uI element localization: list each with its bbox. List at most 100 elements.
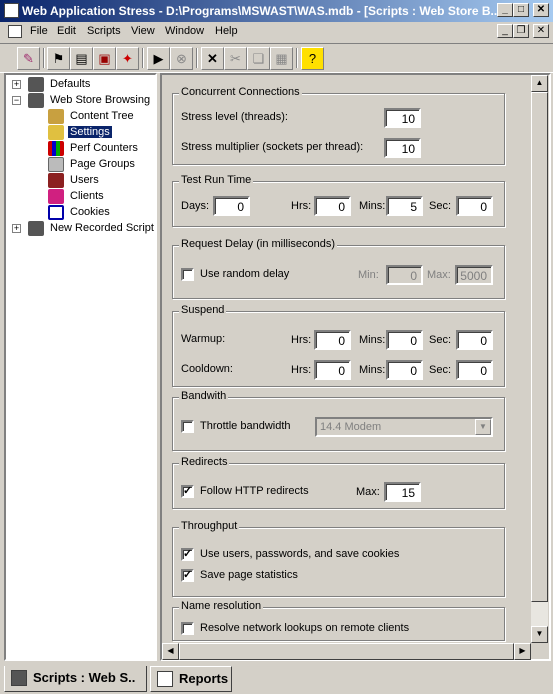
stop-icon[interactable]: ⊗: [170, 47, 193, 70]
tree-label: Clients: [70, 190, 104, 202]
flag-icon: [11, 670, 27, 686]
clients-icon[interactable]: ✦: [116, 47, 139, 70]
expand-icon[interactable]: +: [12, 224, 21, 233]
stress-multiplier-field[interactable]: 10: [384, 138, 421, 158]
stress-multiplier-label: Stress multiplier (sockets per thread):: [181, 141, 364, 153]
script-tree[interactable]: + Defaults − Web Store Browsing Content …: [4, 73, 157, 661]
warmup-sec-field[interactable]: 0: [456, 330, 493, 350]
warmup-hrs-label: Hrs:: [291, 334, 312, 346]
mdi-restore-button[interactable]: ❐: [513, 24, 529, 38]
follow-redirects-checkbox[interactable]: ✓: [181, 485, 194, 498]
horizontal-scrollbar[interactable]: ◀ ▶: [162, 643, 531, 660]
cooldown-sec-label: Sec:: [429, 364, 452, 376]
delay-max-label: Max:: [427, 269, 451, 281]
random-delay-checkbox[interactable]: [181, 268, 194, 281]
warmup-mins-field[interactable]: 0: [386, 330, 423, 350]
save-page-stats-checkbox[interactable]: ✓: [181, 569, 194, 582]
close-button[interactable]: ✕: [533, 3, 549, 17]
menu-edit[interactable]: Edit: [57, 25, 76, 37]
hrs-label: Hrs:: [291, 200, 312, 212]
stress-level-field[interactable]: 10: [384, 108, 421, 128]
stress-level-label: Stress level (threads):: [181, 111, 288, 123]
toolbar-separator: [142, 48, 144, 68]
help-icon[interactable]: ?: [301, 47, 324, 70]
vertical-scrollbar[interactable]: ▲ ▼: [531, 75, 548, 643]
flag-icon: [28, 93, 44, 108]
group-test-run-time: Test Run Time Days: 0 Hrs: 0 Mins: 5 Sec…: [172, 174, 505, 227]
cut-icon[interactable]: ✂: [224, 47, 247, 70]
menu-help[interactable]: Help: [215, 25, 238, 37]
tab-reports[interactable]: Reports: [150, 666, 232, 692]
scroll-right-icon[interactable]: ▶: [514, 643, 531, 660]
redirects-max-label: Max:: [356, 486, 380, 498]
tab-scripts[interactable]: Scripts : Web S..: [4, 666, 147, 692]
redirects-max-field[interactable]: 15: [384, 482, 421, 502]
flag-icon: [28, 221, 44, 236]
mdi-close-button[interactable]: ✕: [533, 24, 549, 38]
paste-icon[interactable]: ▦: [270, 47, 293, 70]
group-title: Bandwith: [179, 390, 229, 402]
minimize-button[interactable]: _: [497, 3, 513, 17]
properties-icon[interactable]: ▤: [70, 47, 93, 70]
follow-redirects-label: Follow HTTP redirects: [200, 485, 309, 497]
cooldown-mins-label: Mins:: [359, 364, 386, 376]
expand-icon[interactable]: +: [12, 80, 21, 89]
throttle-bandwidth-checkbox[interactable]: [181, 420, 194, 433]
hrs-field[interactable]: 0: [314, 196, 351, 216]
cooldown-sec-field[interactable]: 0: [456, 360, 493, 380]
mins-label: Mins:: [359, 200, 386, 212]
vertical-scroll-thumb[interactable]: [531, 92, 548, 602]
toolbar-separator: [196, 48, 198, 68]
mdi-minimize-button[interactable]: _: [497, 24, 513, 38]
delay-min-label: Min:: [358, 269, 379, 281]
delay-min-field[interactable]: 0: [386, 265, 423, 285]
cooldown-hrs-field[interactable]: 0: [314, 360, 351, 380]
toolbar: ✎ ⚑ ▤ ▣ ✦ ▶ ⊗ ✕ ✂ ❏ ▦ ?: [0, 43, 553, 73]
clients-icon: [48, 189, 64, 204]
doc-flag-icon[interactable]: [8, 25, 22, 38]
title-bar[interactable]: Web Application Stress - D:\Programs\MSW…: [0, 0, 553, 22]
days-field[interactable]: 0: [213, 196, 250, 216]
menu-view[interactable]: View: [131, 25, 155, 37]
delay-max-field[interactable]: 5000: [455, 265, 493, 285]
menu-scripts[interactable]: Scripts: [87, 25, 121, 37]
scroll-up-icon[interactable]: ▲: [531, 75, 548, 92]
save-cookies-checkbox[interactable]: ✓: [181, 548, 194, 561]
scroll-left-icon[interactable]: ◀: [162, 643, 179, 660]
db-icon[interactable]: ▣: [93, 47, 116, 70]
scroll-down-icon[interactable]: ▼: [531, 626, 548, 643]
cooldown-mins-field[interactable]: 0: [386, 360, 423, 380]
menu-file[interactable]: File: [30, 25, 48, 37]
run-icon[interactable]: ▶: [147, 47, 170, 70]
tree-label: Defaults: [50, 78, 91, 90]
warmup-mins-label: Mins:: [359, 334, 386, 346]
group-bandwidth: Bandwith Throttle bandwidth 14.4 Modem ▼: [172, 390, 505, 451]
mins-field[interactable]: 5: [386, 196, 423, 216]
copy-icon[interactable]: ❏: [247, 47, 270, 70]
horizontal-scroll-thumb[interactable]: [179, 643, 514, 660]
resolve-lookups-label: Resolve network lookups on remote client…: [200, 622, 410, 634]
collapse-icon[interactable]: −: [12, 96, 21, 105]
cookies-icon: [48, 205, 64, 220]
sec-field[interactable]: 0: [456, 196, 493, 216]
content-icon: [48, 109, 64, 124]
tree-label: Content Tree: [70, 110, 134, 122]
warmup-hrs-field[interactable]: 0: [314, 330, 351, 350]
new-script-icon[interactable]: ⚑: [47, 47, 70, 70]
maximize-button[interactable]: □: [513, 3, 529, 17]
toolbar-separator: [296, 48, 298, 68]
delete-icon[interactable]: ✕: [201, 47, 224, 70]
group-concurrent-connections: Concurrent Connections Stress level (thr…: [172, 86, 505, 165]
group-redirects: Redirects ✓ Follow HTTP redirects Max: 1…: [172, 456, 505, 509]
menu-window[interactable]: Window: [165, 25, 204, 37]
resolve-lookups-checkbox[interactable]: [181, 622, 194, 635]
tab-label: Scripts : Web S..: [33, 670, 136, 685]
bandwidth-select[interactable]: 14.4 Modem ▼: [315, 417, 493, 437]
tree-label: Users: [70, 174, 99, 186]
tree-label: Web Store Browsing: [50, 94, 151, 106]
tree-label: Settings: [67, 125, 113, 139]
wizard-icon[interactable]: ✎: [17, 47, 40, 70]
chevron-down-icon[interactable]: ▼: [475, 419, 491, 435]
sec-label: Sec:: [429, 200, 452, 212]
groups-icon: [48, 157, 64, 172]
